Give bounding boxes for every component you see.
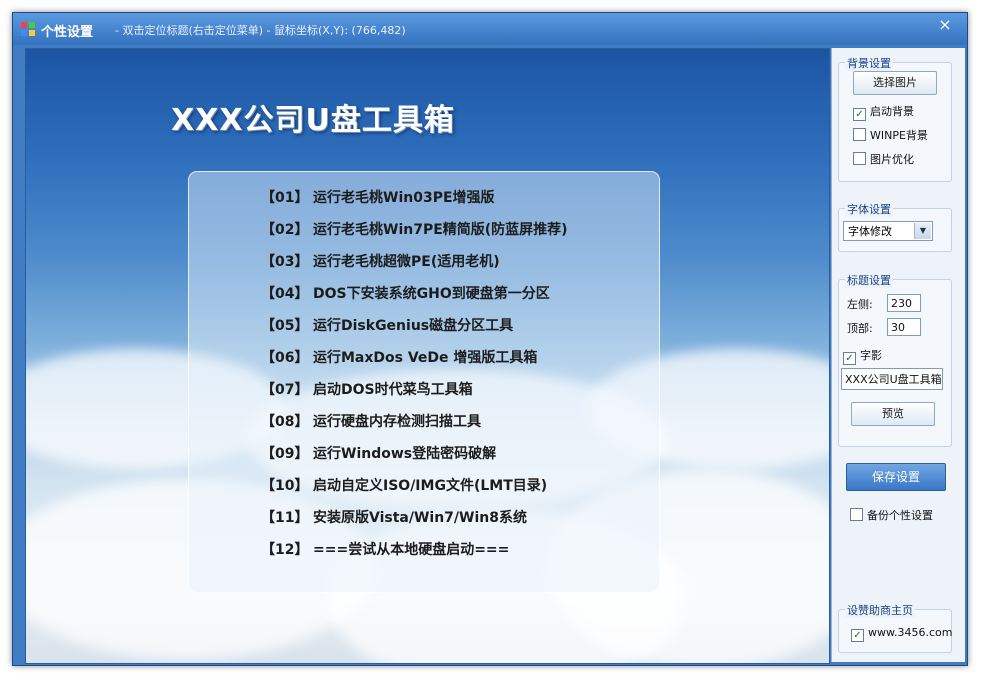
menu-item-01[interactable]: 【01】 运行老毛桃Win03PE增强版 [261,186,495,210]
menu-item-label: 启动自定义ISO/IMG文件(LMT目录) [313,478,548,494]
group-title-font: 字体设置 [845,201,893,217]
menu-item-label: 运行老毛桃超微PE(适用老机) [313,254,500,270]
window-subtitle: - 双击定位标题(右击定位菜单) - 鼠标坐标(X,Y): (766,482) [115,24,406,37]
menu-item-07[interactable]: 【07】 启动DOS时代菜鸟工具箱 [261,378,473,402]
menu-item-label: 运行MaxDos VeDe 增强版工具箱 [313,350,538,366]
group-title-title: 标题设置 [845,272,893,288]
menu-item-number: 【06】 [261,350,309,366]
menu-item-03[interactable]: 【03】 运行老毛桃超微PE(适用老机) [261,250,500,274]
menu-item-08[interactable]: 【08】 运行硬盘内存检测扫描工具 [261,410,481,434]
winpe-background-row: WINPE背景 [853,127,928,143]
menu-item-label: DOS下安装系统GHO到硬盘第一分区 [313,286,550,302]
text-shadow-row: ✓ 字影 [843,347,882,365]
menu-item-number: 【10】 [261,478,309,494]
menu-item-number: 【11】 [261,510,309,526]
menu-item-number: 【05】 [261,318,309,334]
backup-settings-checkbox[interactable] [850,508,863,521]
title-settings-group: 标题设置 左侧: 230 顶部: 30 ✓ 字影 XXX公司U盘工具箱 预览 [838,272,952,447]
menu-item-06[interactable]: 【06】 运行MaxDos VeDe 增强版工具箱 [261,346,537,370]
preview-button[interactable]: 预览 [851,402,935,426]
menu-item-number: 【12】 [261,542,309,558]
enable-background-row: ✓ 启动背景 [853,103,914,121]
image-optimize-label: 图片优化 [870,153,914,166]
menu-item-number: 【09】 [261,446,309,462]
choose-image-button[interactable]: 选择图片 [853,71,937,95]
settings-sidebar: 背景设置 选择图片 ✓ 启动背景 WINPE背景 图片优化 字体设置 字体修改 ▼… [831,48,965,662]
menu-item-09[interactable]: 【09】 运行Windows登陆密码破解 [261,442,496,466]
menu-item-10[interactable]: 【10】 启动自定义ISO/IMG文件(LMT目录) [261,474,547,498]
menu-item-label: 运行硬盘内存检测扫描工具 [313,414,481,430]
menu-item-05[interactable]: 【05】 运行DiskGenius磁盘分区工具 [261,314,513,338]
menu-preview: XXX公司U盘工具箱 【01】 运行老毛桃Win03PE增强版 【02】 运行老毛桃… [25,48,830,664]
menu-item-label: 安装原版Vista/Win7/Win8系统 [313,510,527,526]
sponsor-url-row: ✓ www.3456.com [851,626,952,642]
menu-item-number: 【08】 [261,414,309,430]
backup-settings-label: 备份个性设置 [867,509,933,522]
sponsor-url-label: www.3456.com [868,626,953,639]
chevron-down-icon: ▼ [914,223,931,239]
app-icon [21,22,35,36]
menu-item-12[interactable]: 【12】 ===尝试从本地硬盘启动=== [261,538,509,562]
close-icon: × [938,15,952,34]
winpe-background-checkbox[interactable] [853,128,866,141]
menu-item-number: 【07】 [261,382,309,398]
close-button[interactable]: × [933,15,957,35]
sponsor-url-checkbox[interactable]: ✓ [851,629,864,642]
title-left-label: 左侧: [847,298,873,311]
winpe-background-label: WINPE背景 [870,129,928,142]
title-left-input[interactable]: 230 [887,294,921,312]
font-select[interactable]: 字体修改 ▼ [843,221,933,241]
background-settings-group: 背景设置 选择图片 ✓ 启动背景 WINPE背景 图片优化 [838,55,952,182]
menu-item-number: 【01】 [261,190,309,206]
font-select-value: 字体修改 [848,225,892,238]
title-top-input[interactable]: 30 [887,318,921,336]
sponsor-homepage-group: 设赞助商主页 ✓ www.3456.com [838,602,952,653]
backup-settings-row: 备份个性设置 [850,507,933,523]
image-optimize-checkbox[interactable] [853,152,866,165]
title-top-label: 顶部: [847,322,873,335]
title-bar[interactable]: 个性设置 - 双击定位标题(右击定位菜单) - 鼠标坐标(X,Y): (766,… [13,13,967,45]
text-shadow-label: 字影 [860,349,882,362]
menu-item-label: 运行Windows登陆密码破解 [313,446,497,462]
menu-item-number: 【04】 [261,286,309,302]
menu-heading[interactable]: XXX公司U盘工具箱 [26,95,600,139]
settings-window: 个性设置 - 双击定位标题(右击定位菜单) - 鼠标坐标(X,Y): (766,… [12,12,968,666]
enable-background-label: 启动背景 [870,105,914,118]
group-title-sponsor: 设赞助商主页 [845,602,915,618]
menu-item-number: 【03】 [261,254,309,270]
menu-item-11[interactable]: 【11】 安装原版Vista/Win7/Win8系统 [261,506,527,530]
group-title-background: 背景设置 [845,55,893,71]
text-shadow-checkbox[interactable]: ✓ [843,352,856,365]
window-title: 个性设置 [41,25,94,40]
save-settings-button[interactable]: 保存设置 [846,463,946,491]
image-optimize-row: 图片优化 [853,151,914,167]
enable-background-checkbox[interactable]: ✓ [853,108,866,121]
title-text-input[interactable]: XXX公司U盘工具箱 [841,368,943,390]
menu-item-02[interactable]: 【02】 运行老毛桃Win7PE精简版(防蓝屏推荐) [261,218,568,242]
menu-panel: 【01】 运行老毛桃Win03PE增强版 【02】 运行老毛桃Win7PE精简版(防… [188,171,660,593]
menu-item-number: 【02】 [261,222,309,238]
menu-item-label: ===尝试从本地硬盘启动=== [313,542,510,558]
menu-item-label: 运行老毛桃Win7PE精简版(防蓝屏推荐) [313,222,568,238]
menu-item-label: 运行老毛桃Win03PE增强版 [313,190,495,206]
menu-item-label: 运行DiskGenius磁盘分区工具 [313,318,514,334]
menu-item-label: 启动DOS时代菜鸟工具箱 [313,382,473,398]
menu-item-04[interactable]: 【04】 DOS下安装系统GHO到硬盘第一分区 [261,282,550,306]
font-settings-group: 字体设置 字体修改 ▼ [838,201,952,252]
